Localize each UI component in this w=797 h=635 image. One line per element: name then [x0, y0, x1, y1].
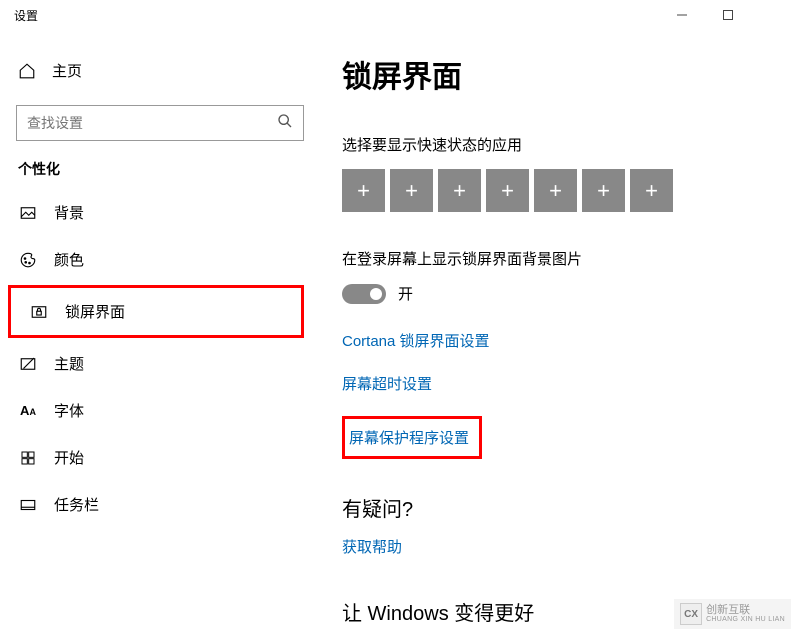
nav-fonts[interactable]: AA 字体	[0, 387, 320, 434]
nav-colors[interactable]: 颜色	[0, 236, 320, 283]
nav-themes[interactable]: 主题	[0, 340, 320, 387]
link-screensaver-settings[interactable]: 屏幕保护程序设置	[349, 427, 469, 448]
search-input[interactable]	[27, 115, 277, 131]
nav-item-label: 任务栏	[54, 494, 99, 515]
watermark-text: 创新互联	[706, 604, 785, 616]
nav-taskbar[interactable]: 任务栏	[0, 481, 320, 528]
start-icon	[18, 448, 38, 468]
window-title: 设置	[14, 7, 38, 24]
home-icon	[18, 62, 36, 80]
signin-bg-toggle[interactable]	[342, 284, 386, 304]
highlighted-screensaver-link: 屏幕保护程序设置	[342, 416, 482, 459]
nav-item-label: 锁屏界面	[65, 301, 125, 322]
nav-home[interactable]: 主页	[0, 50, 320, 91]
page-heading: 锁屏界面	[342, 52, 777, 96]
watermark: CX 创新互联 CHUANG XIN HU LIAN	[674, 599, 791, 629]
quick-status-label: 选择要显示快速状态的应用	[342, 134, 777, 155]
nav-item-label: 字体	[54, 400, 84, 421]
signin-bg-toggle-row: 开	[342, 283, 777, 304]
add-app-tile[interactable]: +	[582, 169, 625, 212]
link-screen-timeout[interactable]: 屏幕超时设置	[342, 373, 777, 394]
link-get-help[interactable]: 获取帮助	[342, 536, 777, 557]
add-app-tile[interactable]: +	[342, 169, 385, 212]
nav-start[interactable]: 开始	[0, 434, 320, 481]
lockscreen-icon	[29, 302, 49, 322]
minimize-button[interactable]	[659, 0, 705, 30]
nav-lockscreen[interactable]: 锁屏界面	[8, 285, 304, 338]
search-box[interactable]	[16, 105, 304, 141]
taskbar-icon	[18, 495, 38, 515]
nav-item-label: 颜色	[54, 249, 84, 270]
signin-bg-label: 在登录屏幕上显示锁屏界面背景图片	[342, 248, 777, 269]
add-app-tile[interactable]: +	[486, 169, 529, 212]
watermark-logo: CX	[680, 603, 702, 625]
add-app-tile[interactable]: +	[534, 169, 577, 212]
nav-background[interactable]: 背景	[0, 189, 320, 236]
nav-item-label: 开始	[54, 447, 84, 468]
link-cortana-settings[interactable]: Cortana 锁屏界面设置	[342, 330, 777, 351]
sidebar: 主页 个性化 背景 颜色 锁屏界面	[0, 30, 320, 635]
picture-icon	[18, 203, 38, 223]
nav-item-label: 背景	[54, 202, 84, 223]
layout: 主页 个性化 背景 颜色 锁屏界面	[0, 30, 797, 635]
palette-icon	[18, 250, 38, 270]
nav-item-label: 主题	[54, 353, 84, 374]
add-app-tile[interactable]: +	[390, 169, 433, 212]
main-content: 锁屏界面 选择要显示快速状态的应用 + + + + + + + 在登录屏幕上显示…	[320, 30, 797, 635]
add-app-tile[interactable]: +	[438, 169, 481, 212]
question-heading: 有疑问?	[342, 493, 777, 522]
titlebar: 设置	[0, 0, 797, 30]
toggle-state-label: 开	[398, 283, 413, 304]
window-controls	[659, 0, 797, 30]
maximize-button[interactable]	[705, 0, 751, 30]
themes-icon	[18, 354, 38, 374]
quick-status-tiles: + + + + + + +	[342, 169, 777, 212]
watermark-sub: CHUANG XIN HU LIAN	[706, 616, 785, 624]
search-icon	[277, 113, 293, 134]
add-app-tile[interactable]: +	[630, 169, 673, 212]
nav-home-label: 主页	[52, 60, 82, 81]
fonts-icon: AA	[18, 401, 38, 421]
section-label: 个性化	[0, 159, 320, 189]
